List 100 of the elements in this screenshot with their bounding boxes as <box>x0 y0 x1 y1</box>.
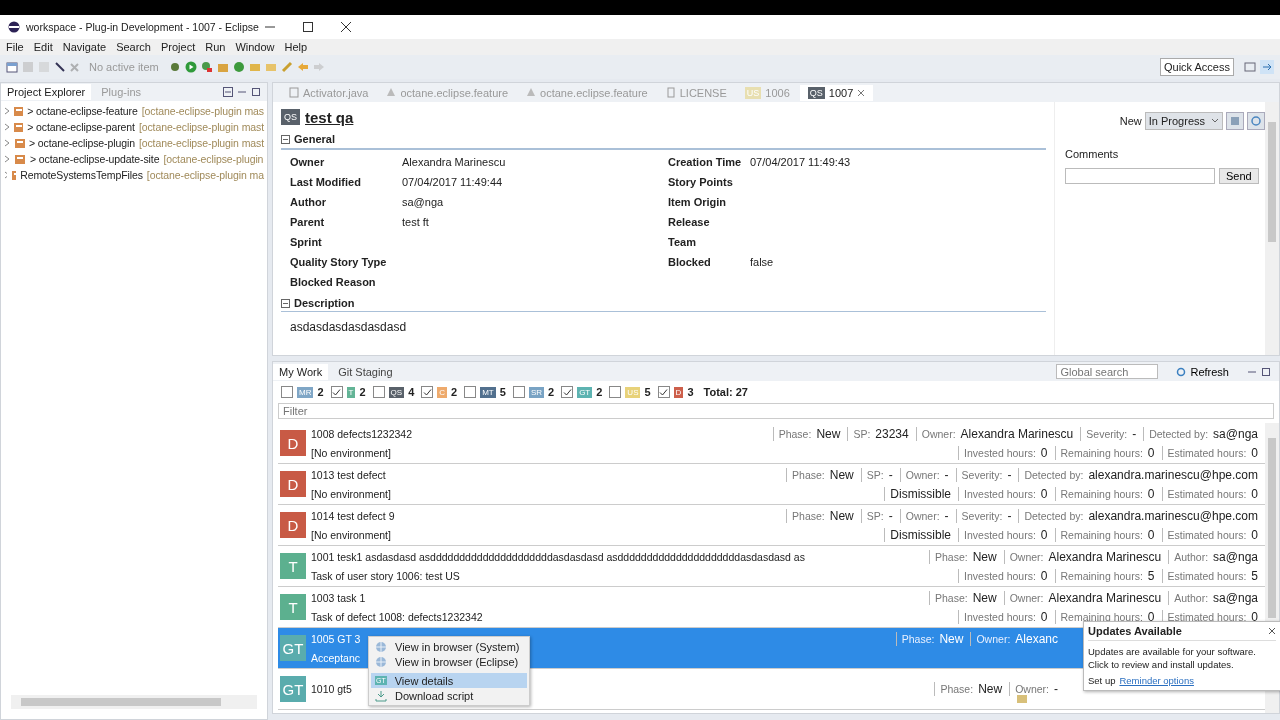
item-title: 1010 gt5 <box>311 683 352 695</box>
menu-item[interactable]: Edit <box>33 41 53 53</box>
refresh-icon[interactable] <box>1247 112 1265 130</box>
item-type-badge: GT <box>280 676 306 702</box>
menu-item[interactable]: Project <box>161 41 196 53</box>
globe-icon <box>375 655 387 668</box>
comment-field[interactable] <box>1065 168 1215 184</box>
description-text: asdasdasdasdasdasd <box>289 319 408 334</box>
filter-checkbox[interactable] <box>281 386 293 398</box>
filter-checkbox[interactable] <box>372 386 385 398</box>
folder-icon[interactable] <box>248 61 261 73</box>
refresh-icon <box>1176 366 1187 377</box>
scrollbar-thumb[interactable] <box>1268 438 1276 618</box>
view-tab[interactable]: Git Staging <box>332 363 399 380</box>
collapse-icon[interactable] <box>223 87 233 97</box>
view-maximize-icon[interactable] <box>251 87 261 97</box>
pen-icon[interactable] <box>280 61 293 73</box>
type-badge: C <box>437 386 448 398</box>
maximize-icon[interactable] <box>302 22 313 32</box>
close-icon[interactable] <box>1268 627 1276 635</box>
perspective-icon[interactable] <box>1244 61 1256 73</box>
filter-checkbox[interactable] <box>330 386 343 398</box>
quick-access-field[interactable]: Quick Access <box>1159 58 1234 76</box>
item-title: 1001 tesk1 asdasdasd asdddddddddddddddddddddasdasdasd asdddddddddddddddddddddasdasdasd as <box>311 550 805 563</box>
menu-item[interactable]: Search <box>116 41 151 53</box>
triangle-icon <box>526 87 537 98</box>
project-name[interactable]: > octane-eclipse-parent <box>27 121 135 133</box>
cross-icon[interactable] <box>70 62 79 72</box>
project-name[interactable]: > octane-eclipse-plugin <box>28 137 135 149</box>
section-header[interactable]: General <box>294 133 335 145</box>
menu-item[interactable]: Run <box>205 41 226 53</box>
global-search-field[interactable]: Global search <box>1056 364 1159 379</box>
view-tab[interactable]: Project Explorer <box>1 84 92 100</box>
filter-checkbox[interactable] <box>464 386 477 398</box>
filter-checkbox[interactable] <box>421 386 434 398</box>
scrollbar-thumb[interactable] <box>21 698 221 706</box>
field-label: SP: <box>866 468 884 481</box>
field-value: 5 <box>1147 568 1155 583</box>
bug-icon[interactable] <box>168 61 181 73</box>
pin-icon[interactable] <box>54 61 66 73</box>
project-name[interactable]: > octane-eclipse-feature <box>27 105 138 117</box>
field-value: - <box>888 467 893 482</box>
collapse-icon[interactable] <box>281 298 290 308</box>
view-tab[interactable]: My Work <box>273 363 329 380</box>
field-value: alexandra.marinescu@hpe.com <box>1088 467 1258 482</box>
chevron-down-icon[interactable] <box>1211 118 1219 124</box>
plugin-perspective-icon[interactable] <box>1260 60 1274 74</box>
field-value: 0 <box>1040 486 1048 501</box>
run-tool-icon[interactable] <box>200 61 213 73</box>
new-icon[interactable] <box>6 61 18 73</box>
type-count: 2 <box>317 386 324 398</box>
play-icon[interactable] <box>184 61 197 73</box>
editor-tab[interactable]: QS 1007 <box>799 84 874 101</box>
scrollbar-thumb[interactable] <box>1268 122 1276 242</box>
field-value: New <box>816 426 841 441</box>
collapse-icon[interactable] <box>281 134 290 144</box>
section-header[interactable]: Description <box>294 297 355 309</box>
save-icon[interactable] <box>1226 112 1244 130</box>
progress-icon[interactable] <box>1016 694 1028 704</box>
tab-label[interactable]: 1007 <box>828 86 854 99</box>
phase-dropdown[interactable]: In Progress <box>1144 112 1223 130</box>
filter-checkbox[interactable] <box>561 386 574 398</box>
field-value: false <box>750 256 774 268</box>
menu-item[interactable]: View in browser (System) <box>371 639 527 654</box>
filter-checkbox[interactable] <box>512 386 525 398</box>
filter-checkbox[interactable] <box>657 386 670 398</box>
type-count: 3 <box>687 386 694 398</box>
filter-field[interactable]: Filter <box>278 403 1274 419</box>
class-icon[interactable] <box>232 61 245 73</box>
view-maximize-icon[interactable] <box>1261 366 1271 377</box>
field-label: Detected by: <box>1149 427 1209 440</box>
field-label: Owner: <box>976 632 1011 645</box>
item-title: 1014 test defect 9 <box>311 509 395 522</box>
close-icon[interactable] <box>340 22 351 32</box>
project-name[interactable]: > octane-eclipse-update-site <box>30 153 160 165</box>
back-arrow-icon[interactable] <box>296 61 309 73</box>
menu-item[interactable]: File <box>6 41 24 53</box>
menu-item[interactable]: Navigate <box>62 41 107 53</box>
type-badge: D <box>673 386 684 398</box>
field-value: Alexandra Marinescu <box>402 156 506 168</box>
send-button[interactable]: Send <box>1219 168 1259 184</box>
field-value: - <box>944 467 949 482</box>
menu-item[interactable]: Download script <box>371 688 527 703</box>
item-type-badge: T <box>280 594 306 620</box>
filter-checkbox[interactable] <box>609 386 622 398</box>
field-value: - <box>944 508 949 523</box>
type-badge: QS <box>388 386 405 398</box>
package-icon[interactable] <box>216 61 229 73</box>
field-value: New <box>829 467 854 482</box>
field-value: New <box>939 631 964 646</box>
project-name[interactable]: RemoteSystemsTempFiles <box>20 169 143 181</box>
field-label: Estimated hours: <box>1167 528 1247 541</box>
field-value: 0 <box>1251 445 1258 460</box>
menu-item[interactable]: View in browser (Eclipse) <box>371 654 527 669</box>
reminder-options-link[interactable]: Reminder options <box>1119 675 1194 686</box>
menu-item[interactable]: Window <box>235 41 275 53</box>
menu-item[interactable]: Help <box>284 41 308 53</box>
type-badge: QS <box>807 86 825 99</box>
refresh-button[interactable]: Refresh <box>1170 364 1235 379</box>
field-label: Severity: <box>961 468 1003 481</box>
